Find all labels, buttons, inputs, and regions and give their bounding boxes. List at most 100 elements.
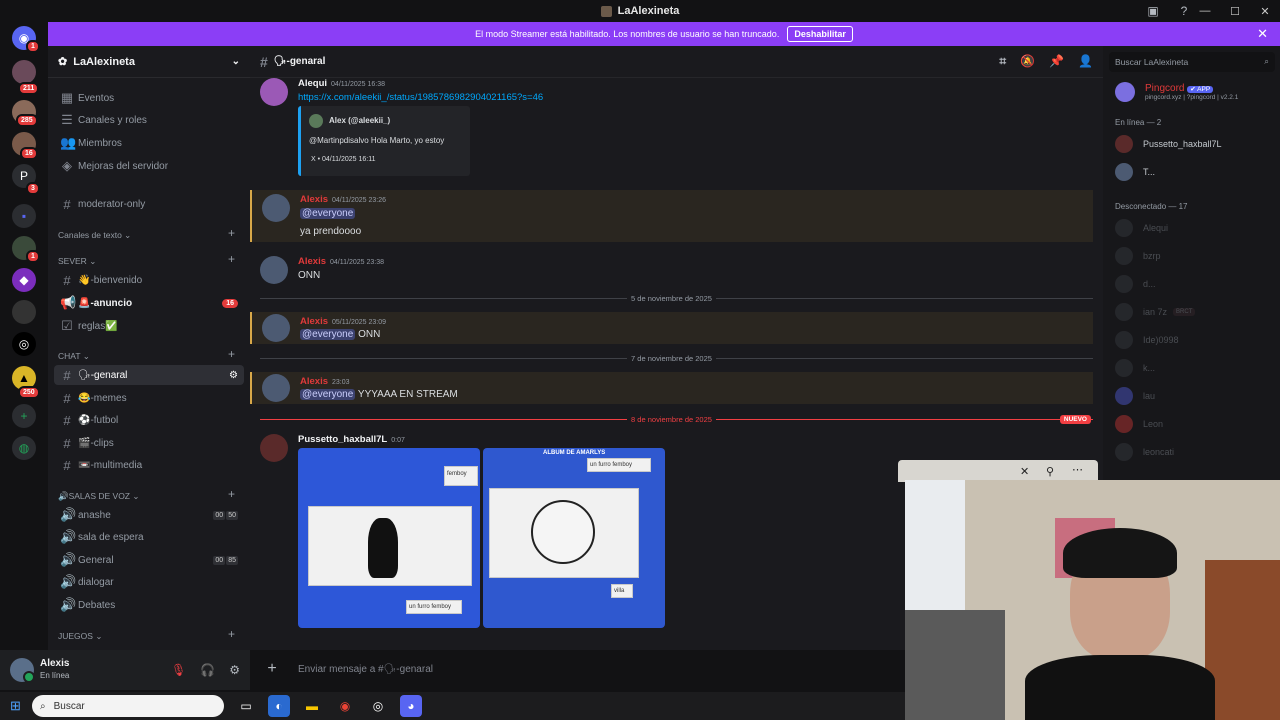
avatar[interactable] <box>262 194 290 222</box>
voice-debates[interactable]: 🔊 Debates <box>54 595 244 615</box>
channel-genaral[interactable]: # 🗣-genaral ⚙ <box>54 365 244 385</box>
image-attachment[interactable]: femboy un furro femboy <box>298 448 480 628</box>
message-author[interactable]: Alexis 04/11/2025 23:38 <box>298 256 384 267</box>
close-window-button[interactable]: ✕ <box>1250 5 1280 18</box>
member-list-icon[interactable]: 👤 <box>1078 54 1093 69</box>
help-icon[interactable]: ? <box>1177 4 1191 18</box>
add-channel-icon[interactable]: + <box>228 226 235 240</box>
channel-anuncio[interactable]: 📢 🚨-anuncio 16 <box>54 293 244 313</box>
message-author[interactable]: Alexis 04/11/2025 23:26 <box>300 194 386 205</box>
add-channel-icon[interactable]: + <box>228 627 235 641</box>
voice-sala-espera[interactable]: 🔊 sala de espera <box>54 527 244 547</box>
message-author[interactable]: Alexis 05/11/2025 23:09 <box>300 316 386 327</box>
task-view-icon[interactable]: ▭ <box>235 695 257 717</box>
channel-reglas[interactable]: ☑ reglas✅ <box>54 316 244 336</box>
person-icon[interactable]: ⚲ <box>1046 465 1054 478</box>
avatar[interactable] <box>262 314 290 342</box>
member-bot[interactable]: Pingcord ✔ APP pingcord.xyz | ?pingcord … <box>1115 78 1275 106</box>
member-item[interactable]: bzrp <box>1115 246 1275 266</box>
image-attachment[interactable]: ALBUM DE AMARLYS un furro femboy villa <box>483 448 665 628</box>
avatar[interactable] <box>260 78 288 106</box>
channel-futbol[interactable]: # ⚽-futbol <box>54 410 244 430</box>
member-item[interactable]: k... <box>1115 358 1275 378</box>
sidebar-item-canales-roles[interactable]: ☰ Canales y roles <box>54 110 244 130</box>
avatar[interactable] <box>260 434 288 462</box>
avatar[interactable] <box>260 256 288 284</box>
member-item[interactable]: Ide)0998 <box>1115 330 1275 350</box>
speaker-icon: 🔊 <box>60 552 77 567</box>
dm-avatar[interactable] <box>12 60 36 84</box>
member-item[interactable]: Alequi <box>1115 218 1275 238</box>
sidebar-item-mejoras[interactable]: ◈ Mejoras del servidor <box>54 156 244 176</box>
mention-pill[interactable]: @everyone <box>300 208 356 219</box>
invite-gear-icons[interactable]: ⚙ <box>229 370 238 381</box>
member-item[interactable]: leoncati <box>1115 442 1275 462</box>
avatar[interactable] <box>262 374 290 402</box>
close-banner-icon[interactable]: ✕ <box>1257 26 1268 42</box>
voice-anashe[interactable]: 🔊 anashe 00 50 <box>54 505 244 525</box>
obs-icon[interactable]: ◎ <box>367 695 389 717</box>
category-sever[interactable]: SEVER ⌄ <box>58 256 96 267</box>
sidebar-item-eventos[interactable]: ▦ Eventos <box>54 88 244 108</box>
discover-icon[interactable]: ◍ <box>12 436 36 460</box>
message-author[interactable]: Alexis 23:03 <box>300 376 350 387</box>
more-icon[interactable]: ⋯ <box>1072 463 1083 476</box>
message-time: 05/11/2025 23:09 <box>332 319 386 326</box>
add-attachment-icon[interactable]: + <box>260 660 284 678</box>
close-icon[interactable]: ✕ <box>1020 465 1029 478</box>
settings-gear-icon[interactable]: ⚙ <box>229 663 240 677</box>
threads-icon[interactable]: ⌗ <box>999 54 1006 69</box>
server-icon[interactable]: ◎ <box>12 332 36 356</box>
add-channel-icon[interactable]: + <box>228 252 235 266</box>
voice-general[interactable]: 🔊 General 00 85 <box>54 550 244 570</box>
mute-mic-icon[interactable]: 🎙 <box>171 663 186 677</box>
server-icon[interactable] <box>12 300 36 324</box>
category-voz[interactable]: 🔊SALAS DE VOZ ⌄ <box>58 491 139 502</box>
taskbar-search[interactable]: ⌕ Buscar <box>32 695 224 717</box>
message-author[interactable]: Pussetto_haxball7L 0:07 <box>298 434 405 445</box>
channel-bienvenido[interactable]: # 👋-bienvenido <box>54 270 244 290</box>
pin-icon[interactable]: 📌 <box>1049 54 1064 69</box>
member-item[interactable]: T... <box>1115 162 1275 182</box>
member-item[interactable]: Leon <box>1115 414 1275 434</box>
add-channel-icon[interactable]: + <box>228 347 235 361</box>
disable-streamer-button[interactable]: Deshabilitar <box>787 26 853 42</box>
embed-author[interactable]: Alex (@aleekii_) <box>329 116 390 125</box>
add-server-icon[interactable]: + <box>12 404 36 428</box>
channel-clips[interactable]: # 🎬-clips <box>54 433 244 453</box>
add-channel-icon[interactable]: + <box>228 487 235 501</box>
headphones-icon[interactable]: 🎧 <box>200 663 215 677</box>
message: Alequi 04/11/2025 16:38 https://x.com/ale… <box>250 78 1093 178</box>
copilot-icon[interactable]: ◐ <box>268 695 290 717</box>
notifications-off-icon[interactable]: 🔕 <box>1020 54 1035 69</box>
member-item[interactable]: lau <box>1115 386 1275 406</box>
discord-taskbar-icon[interactable]: ◕ <box>400 695 422 717</box>
category-juegos[interactable]: JUEGOS ⌄ <box>58 631 102 642</box>
folder-icon[interactable]: ▪ <box>12 204 36 228</box>
search-input[interactable]: Buscar LaAlexineta ⌕ <box>1109 52 1275 72</box>
member-item[interactable]: Pussetto_haxball7L <box>1115 134 1275 154</box>
channel-multimedia[interactable]: # 📼-multimedia <box>54 455 244 475</box>
mention-pill[interactable]: @everyone <box>300 329 356 340</box>
message-input[interactable]: + Enviar mensaje a #🗣-genaral <box>260 654 900 684</box>
chrome-icon[interactable]: ◉ <box>334 695 356 717</box>
server-laalexineta-icon[interactable]: ◆ <box>12 268 36 292</box>
message-link[interactable]: https://x.com/aleekii_/status/1985786982… <box>298 92 543 103</box>
channel-memes[interactable]: # 😂-memes <box>54 388 244 408</box>
server-header[interactable]: ✿ LaAlexineta ⌄ <box>48 46 250 78</box>
member-item[interactable]: d... <box>1115 274 1275 294</box>
inbox-icon[interactable]: ▣ <box>1146 4 1160 18</box>
file-explorer-icon[interactable]: ▬ <box>301 695 323 717</box>
channel-moderator-only[interactable]: # moderator-only <box>54 194 244 214</box>
voice-dialogar[interactable]: 🔊 dialogar <box>54 572 244 592</box>
member-item[interactable]: ian 7z BRCT <box>1115 302 1275 322</box>
minimize-button[interactable]: — <box>1190 5 1220 17</box>
mention-pill[interactable]: @everyone <box>300 389 356 400</box>
windows-start-icon[interactable]: ⊞ <box>10 698 21 714</box>
message-author[interactable]: Alequi 04/11/2025 16:38 <box>298 78 385 89</box>
sidebar-item-miembros[interactable]: 👥 Miembros <box>54 133 244 153</box>
maximize-button[interactable]: ☐ <box>1220 5 1250 18</box>
avatar[interactable] <box>10 658 35 683</box>
category-chat[interactable]: CHAT ⌄ <box>58 351 90 362</box>
category-canales-texto[interactable]: Canales de texto ⌄ <box>58 230 131 241</box>
